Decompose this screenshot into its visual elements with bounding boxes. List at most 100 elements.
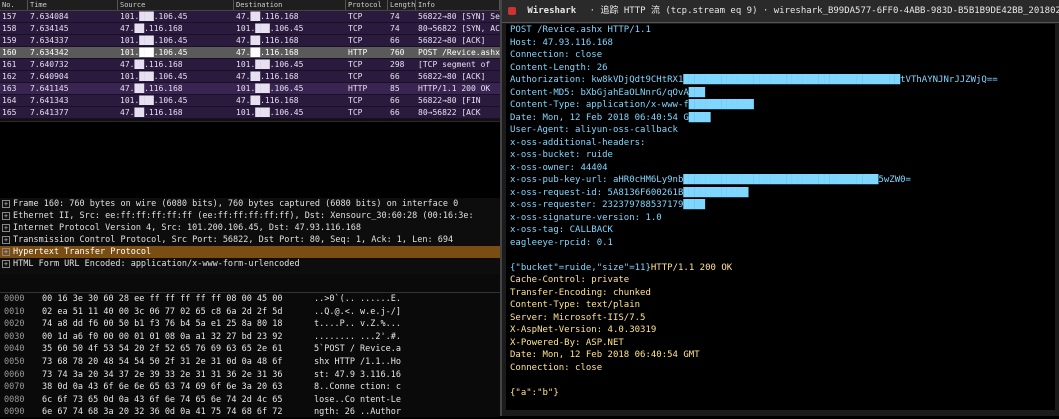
hex-row[interactable]: 0070 38 0d 0a 43 6f 6e 6e 65 63 74 69 6f … bbox=[0, 381, 500, 394]
hex-offset: 0050 bbox=[4, 356, 25, 367]
stream-request-line: Content-MD5: bXbGjahEaOLNnrG/qOvA███ bbox=[510, 87, 706, 98]
detail-row[interactable]: + Internet Protocol Version 4, Src: 101.2… bbox=[0, 222, 500, 234]
stream-content[interactable]: POST /Revice.ashx HTTP/1.1 Host: 47.93.11… bbox=[506, 24, 1055, 410]
wireshark-icon bbox=[508, 6, 516, 15]
column-header-info[interactable]: Info bbox=[416, 0, 500, 10]
column-header-destination[interactable]: Destination bbox=[234, 0, 346, 10]
packet-cell-len: 66 bbox=[390, 36, 400, 45]
packet-cell-len: 66 bbox=[390, 96, 400, 105]
packet-cell-proto: TCP bbox=[348, 96, 363, 105]
hex-offset: 0010 bbox=[4, 306, 25, 317]
stream-response-line: Server: Microsoft-IIS/7.5 bbox=[510, 312, 646, 323]
detail-row[interactable]: + HTML Form URL Encoded: application/x-ww… bbox=[0, 258, 500, 270]
hex-ascii: ..>0`(.. ......E. bbox=[314, 294, 401, 304]
packet-cell-dst: 47.██.116.168 bbox=[236, 48, 299, 57]
hex-ascii: t....P.. v.Z.%... bbox=[314, 319, 401, 330]
hex-offset: 0020 bbox=[4, 319, 25, 330]
detail-text: Ethernet II, Src: ee:ff:ff:ff:ff:ff (ee:… bbox=[13, 211, 474, 221]
stream-request-line: POST /Revice.ashx HTTP/1.1 bbox=[510, 25, 651, 35]
packet-row[interactable]: 161 7.640732 47.██.116.168 101.███.106.45 TC… bbox=[0, 59, 500, 71]
packet-row[interactable]: 160 7.634342 101.███.106.45 47.██.116.168 HT… bbox=[0, 47, 500, 59]
packet-cell-dst: 101.███.106.45 bbox=[236, 24, 304, 33]
expand-icon[interactable]: + bbox=[2, 235, 10, 244]
hex-bytes: 73 74 3a 20 34 37 2e 39 33 2e 31 31 36 2… bbox=[42, 369, 283, 380]
stream-response-line: X-AspNet-Version: 4.0.30319 bbox=[510, 325, 657, 335]
stream-request-line: Date: Mon, 12 Feb 2018 06:40:54 G████ bbox=[510, 112, 711, 123]
hex-offset: 0090 bbox=[4, 407, 25, 418]
pane-divider bbox=[0, 121, 500, 207]
column-header-time[interactable]: Time bbox=[28, 0, 118, 10]
detail-text: Transmission Control Protocol, Src Port:… bbox=[13, 235, 454, 245]
hex-bytes: 74 a8 dd f6 00 50 b1 f3 76 b4 5a e1 25 8… bbox=[42, 319, 283, 330]
expand-icon[interactable]: + bbox=[2, 259, 10, 268]
packet-cell-src: 47.██.116.168 bbox=[120, 108, 183, 117]
packet-list-header: No. Time Source Destination Protocol Len… bbox=[0, 0, 500, 11]
stream-response-body: {"a":"b"} bbox=[510, 387, 559, 398]
hex-ascii: st: 47.9 3.116.16 bbox=[314, 369, 401, 380]
packet-cell-info: 80→56822 [SYN, ACK] bbox=[418, 24, 500, 33]
hex-row[interactable]: 0090 6e 67 74 68 3a 20 32 36 0d 0a 41 75 … bbox=[0, 406, 500, 419]
packet-cell-dst: 101.███.106.45 bbox=[236, 60, 304, 69]
stream-request-line: x-oss-request-id: 5A8136F600261B████████… bbox=[510, 187, 749, 198]
hex-offset: 0000 bbox=[4, 294, 25, 304]
packet-cell-dst: 101.███.106.45 bbox=[236, 108, 304, 117]
hex-row[interactable]: 0040 35 60 50 4f 53 54 20 2f 52 65 76 69 … bbox=[0, 343, 500, 356]
expand-icon[interactable]: + bbox=[2, 211, 10, 220]
packet-cell-proto: TCP bbox=[348, 108, 363, 117]
packet-row[interactable]: 159 7.634337 101.███.106.45 47.██.116.168 TC… bbox=[0, 35, 500, 47]
packet-cell-src: 101.███.106.45 bbox=[120, 36, 188, 45]
packet-row[interactable]: 162 7.640904 101.███.106.45 47.██.116.168 TC… bbox=[0, 71, 500, 83]
packet-cell-proto: HTTP bbox=[348, 48, 368, 57]
packet-bytes: 0000 00 16 3e 30 60 28 ee ff ff ff ff ff … bbox=[0, 292, 500, 417]
follow-stream-window: Wireshark · 追踪 HTTP 流 (tcp.stream eq 9) … bbox=[500, 0, 1059, 416]
column-header-protocol[interactable]: Protocol bbox=[346, 0, 388, 10]
packet-cell-time: 7.634084 bbox=[30, 12, 69, 21]
column-header-length[interactable]: Length bbox=[388, 0, 416, 10]
packet-cell-src: 47.██.116.168 bbox=[120, 24, 183, 33]
packet-row[interactable]: 163 7.641145 47.██.116.168 101.███.106.45 HT… bbox=[0, 83, 500, 95]
hex-ascii: 8..Conne ction: c bbox=[314, 382, 401, 393]
hex-offset: 0060 bbox=[4, 369, 25, 380]
packet-cell-src: 47.██.116.168 bbox=[120, 60, 183, 69]
hex-bytes: 6c 6f 73 65 0d 0a 43 6f 6e 74 65 6e 74 2… bbox=[42, 394, 283, 405]
detail-row[interactable]: + Hypertext Transfer Protocol bbox=[0, 246, 500, 258]
stream-response-line: Connection: close bbox=[510, 362, 603, 373]
detail-text: Hypertext Transfer Protocol bbox=[13, 247, 152, 257]
packet-cell-proto: TCP bbox=[348, 36, 363, 45]
packet-cell-len: 66 bbox=[390, 72, 400, 81]
packet-row[interactable]: 164 7.641343 101.███.106.45 47.██.116.168 TC… bbox=[0, 95, 500, 107]
stream-request-line: x-oss-bucket: ruide bbox=[510, 150, 613, 160]
detail-row[interactable]: + Ethernet II, Src: ee:ff:ff:ff:ff:ff (ee… bbox=[0, 210, 500, 222]
hex-bytes: 00 1d a6 f0 00 00 01 01 08 0a a1 32 27 b… bbox=[42, 331, 283, 342]
hex-bytes: 00 16 3e 30 60 28 ee ff ff ff ff ff 08 0… bbox=[42, 294, 283, 304]
hex-row[interactable]: 0080 6c 6f 73 65 0d 0a 43 6f 6e 74 65 6e … bbox=[0, 394, 500, 407]
detail-row[interactable]: + Transmission Control Protocol, Src Port… bbox=[0, 234, 500, 246]
expand-icon[interactable]: + bbox=[2, 223, 10, 232]
packet-cell-time: 7.641377 bbox=[30, 108, 69, 117]
hex-row[interactable]: 0060 73 74 3a 20 34 37 2e 39 33 2e 31 31 … bbox=[0, 369, 500, 382]
packet-cell-time: 7.634145 bbox=[30, 24, 69, 33]
follow-window-titlebar[interactable]: Wireshark · 追踪 HTTP 流 (tcp.stream eq 9) … bbox=[502, 0, 1059, 23]
packet-row[interactable]: 158 7.634145 47.██.116.168 101.███.106.45 TC… bbox=[0, 23, 500, 35]
detail-text: Frame 160: 760 bytes on wire (6080 bits)… bbox=[13, 199, 459, 209]
window-title: · 追踪 HTTP 流 (tcp.stream eq 9) · wireshar… bbox=[589, 6, 1059, 16]
hex-row[interactable]: 0020 74 a8 dd f6 00 50 b1 f3 76 b4 5a e1 … bbox=[0, 318, 500, 331]
expand-icon[interactable]: + bbox=[2, 199, 10, 208]
hex-row[interactable]: 0000 00 16 3e 30 60 28 ee ff ff ff ff ff … bbox=[0, 293, 500, 306]
packet-cell-info: POST /Revice.ashx bbox=[418, 48, 500, 57]
packet-cell-len: 74 bbox=[390, 24, 400, 33]
hex-row[interactable]: 0050 73 68 78 20 48 54 54 50 2f 31 2e 31 … bbox=[0, 356, 500, 369]
stream-request-line: Content-Type: application/x-www-f███████… bbox=[510, 100, 754, 110]
hex-ascii: ........ ...2'.#. bbox=[314, 331, 401, 342]
packet-row[interactable]: 165 7.641377 47.██.116.168 101.███.106.45 TC… bbox=[0, 107, 500, 119]
packet-cell-len: 298 bbox=[390, 60, 405, 69]
expand-icon[interactable]: + bbox=[2, 247, 10, 256]
detail-row[interactable]: + Frame 160: 760 bytes on wire (6080 bits… bbox=[0, 198, 500, 210]
packet-row[interactable]: 157 7.634084 101.███.106.45 47.██.116.168 TC… bbox=[0, 11, 500, 23]
hex-row[interactable]: 0010 02 ea 51 11 40 00 3c 06 77 02 65 c8 … bbox=[0, 306, 500, 319]
packet-cell-time: 7.640904 bbox=[30, 72, 69, 81]
hex-row[interactable]: 0030 00 1d a6 f0 00 00 01 01 08 0a a1 32 … bbox=[0, 331, 500, 344]
column-header-no[interactable]: No. bbox=[0, 0, 28, 10]
column-header-source[interactable]: Source bbox=[118, 0, 234, 10]
stream-request-line: Content-Length: 26 bbox=[510, 62, 608, 73]
